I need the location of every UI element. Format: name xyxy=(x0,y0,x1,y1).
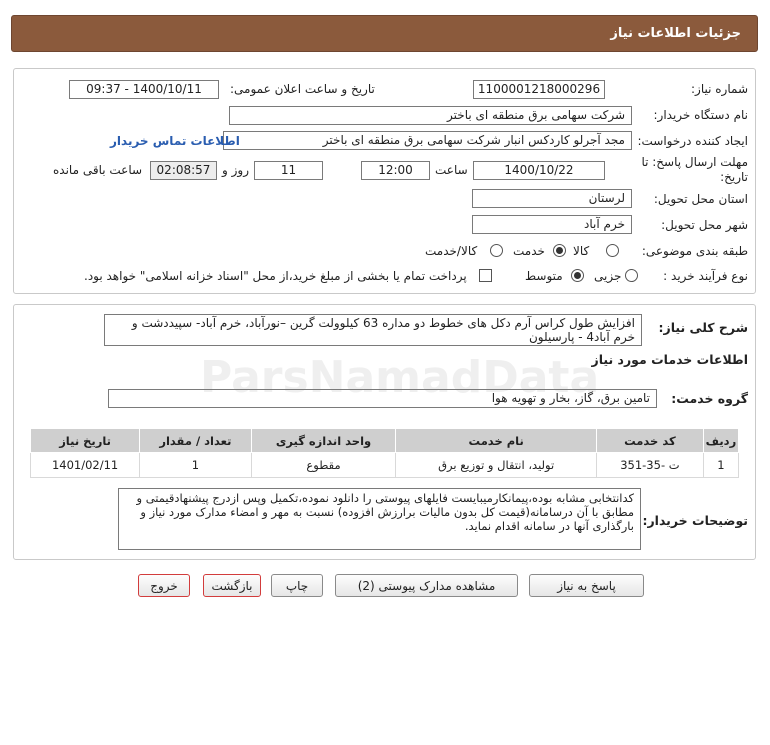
summary-label: شرح کلی نیاز: xyxy=(658,320,748,335)
province-field: لرستان xyxy=(472,189,632,208)
cell-service-name: تولید، انتقال و توزیع برق xyxy=(395,452,597,478)
city-label: شهر محل تحویل: xyxy=(661,218,748,232)
process-option-minor: جزیی xyxy=(594,269,622,283)
need-number-label: شماره نیاز: xyxy=(691,82,748,96)
col-header-service-code: کد خدمت xyxy=(595,428,704,453)
col-header-need-date: تاریخ نیاز xyxy=(29,428,141,453)
service-group-field: تامین برق، گاز، بخار و تهویه هوا xyxy=(108,389,657,408)
treasury-payment-checkbox[interactable] xyxy=(479,269,492,282)
cell-service-code: ت -35-351 xyxy=(595,452,704,478)
buyer-notes-label: توضیحات خریدار: xyxy=(642,513,748,528)
exit-button[interactable]: خروج xyxy=(138,574,190,597)
process-option-medium: متوسط xyxy=(525,269,563,283)
cell-unit: مقطوع xyxy=(250,452,397,478)
page-title: جزئیات اطلاعات نیاز xyxy=(610,26,741,41)
col-header-row-number: ردیف xyxy=(702,428,740,453)
back-button[interactable]: بازگشت xyxy=(203,574,261,597)
col-header-quantity: تعداد / مقدار xyxy=(139,428,252,453)
col-header-unit: واحد اندازه گیری xyxy=(250,428,397,453)
summary-text: افزایش طول کراس آرم دکل های خطوط دو مدار… xyxy=(131,316,635,344)
contact-buyer-link[interactable]: اطلاعات تماس خریدار xyxy=(110,134,240,148)
remaining-label: ساعت باقی مانده xyxy=(53,163,143,177)
col-header-service-name: نام خدمت xyxy=(395,428,597,453)
category-option-service: خدمت xyxy=(513,244,545,258)
cell-quantity: 1 xyxy=(139,452,252,478)
services-section-title: اطلاعات خدمات مورد نیاز xyxy=(591,352,749,367)
remaining-time-field: 02:08:57 xyxy=(150,161,217,180)
category-option-goods: کالا xyxy=(573,244,590,258)
buyer-org-label: نام دستگاه خریدار: xyxy=(653,108,749,122)
category-radio-goods-service[interactable] xyxy=(490,244,503,257)
buyer-notes-box: کدانتخابی مشابه بوده،پیمانکارمیبایست فای… xyxy=(118,488,641,550)
requester-field: مجد آجرلو کاردکس انبار شرکت سهامی برق من… xyxy=(223,131,632,150)
summary-field: افزایش طول کراس آرم دکل های خطوط دو مدار… xyxy=(104,314,642,346)
service-group-label: گروه خدمت: xyxy=(671,391,748,406)
city-field: خرم آباد xyxy=(472,215,632,234)
reply-button[interactable]: پاسخ به نیاز xyxy=(529,574,644,597)
requester-label: ایجاد کننده درخواست: xyxy=(637,134,748,148)
days-field: 11 xyxy=(254,161,323,180)
category-radio-service[interactable] xyxy=(553,244,566,257)
category-label: طبقه بندی موضوعی: xyxy=(641,244,748,258)
view-attachments-button[interactable]: مشاهده مدارک پیوستی (2) xyxy=(335,574,518,597)
category-radio-goods[interactable] xyxy=(606,244,619,257)
table-header-row: ردیف کد خدمت نام خدمت واحد اندازه گیری ت… xyxy=(29,428,740,453)
process-label: نوع فرآیند خرید : xyxy=(663,269,748,283)
need-number-field: 1100001218000296 xyxy=(473,80,605,99)
print-button[interactable]: چاپ xyxy=(271,574,323,597)
cell-row-number: 1 xyxy=(702,452,740,478)
buyer-org-field: شرکت سهامی برق منطقه ای باختر xyxy=(229,106,632,125)
table-row: 1 ت -35-351 تولید، انتقال و توزیع برق مق… xyxy=(29,452,740,478)
treasury-payment-note: پرداخت تمام یا بخشی از مبلغ خرید،از محل … xyxy=(84,269,467,283)
deadline-label: مهلت ارسال پاسخ: تا تاریخ: xyxy=(641,155,748,184)
cell-need-date: 1401/02/11 xyxy=(29,452,141,478)
province-label: استان محل تحویل: xyxy=(653,192,748,206)
services-table: ردیف کد خدمت نام خدمت واحد اندازه گیری ت… xyxy=(29,428,740,478)
category-option-goods-service: کالا/خدمت xyxy=(425,244,478,258)
process-radio-medium[interactable] xyxy=(571,269,584,282)
days-label: روز و xyxy=(222,163,249,177)
deadline-time-field: 12:00 xyxy=(361,161,430,180)
deadline-time-label: ساعت xyxy=(435,163,468,177)
process-radio-minor[interactable] xyxy=(625,269,638,282)
page-header: جزئیات اطلاعات نیاز xyxy=(11,15,758,52)
announce-field: 1400/10/11 - 09:37 xyxy=(69,80,219,99)
announce-label: تاریخ و ساعت اعلان عمومی: xyxy=(230,82,375,96)
deadline-date-field: 1400/10/22 xyxy=(473,161,605,180)
buyer-notes-text: کدانتخابی مشابه بوده،پیمانکارمیبایست فای… xyxy=(136,491,634,533)
